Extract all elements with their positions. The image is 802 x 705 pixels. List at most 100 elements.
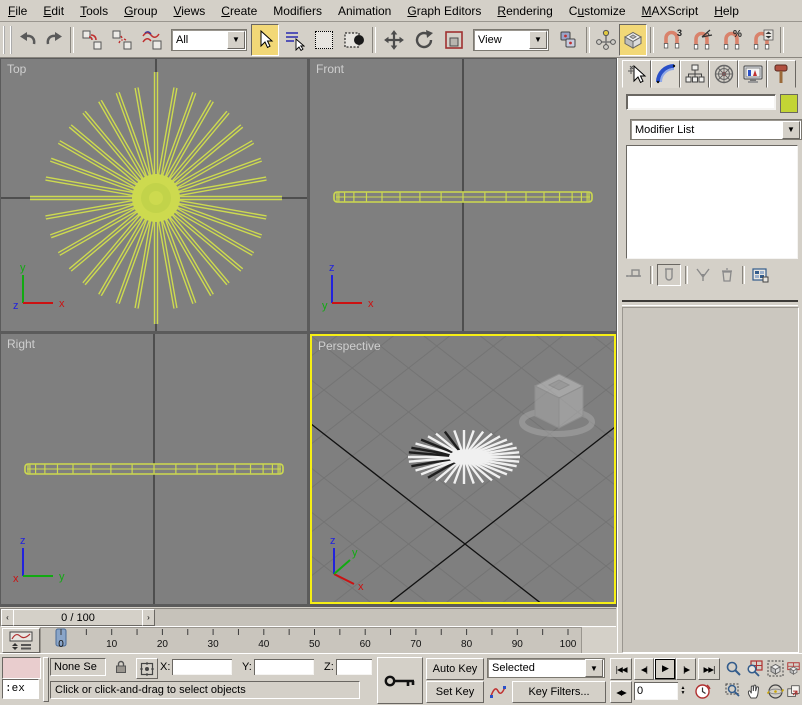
frame-spinner[interactable]: ▲▼ <box>678 682 688 700</box>
previous-frame-button[interactable]: ◀| <box>634 658 654 680</box>
select-and-link-button[interactable] <box>77 25 107 55</box>
window-crossing-toggle-button[interactable] <box>339 25 369 55</box>
bind-to-space-warp-button[interactable] <box>137 25 167 55</box>
current-frame-input[interactable] <box>634 682 678 700</box>
angle-snap-toggle-button[interactable] <box>687 25 717 55</box>
dropdown-arrow-icon[interactable]: ▼ <box>529 31 547 49</box>
min-max-viewport-toggle-button[interactable] <box>787 681 800 701</box>
auto-key-button[interactable]: Auto Key <box>426 658 484 680</box>
open-mini-curve-editor-button[interactable] <box>2 628 40 653</box>
menu-item-edit[interactable]: Edit <box>35 2 72 20</box>
rectangular-selection-region-button[interactable] <box>309 25 339 55</box>
go-to-start-button[interactable]: |◀◀ <box>610 658 632 680</box>
undo-button[interactable] <box>15 25 41 55</box>
tab-create[interactable] <box>622 60 651 88</box>
menu-item-file[interactable]: File <box>0 2 35 20</box>
spinner-down-icon[interactable]: ▼ <box>681 691 686 696</box>
time-slider-next-key-button[interactable]: › <box>142 609 155 626</box>
dropdown-arrow-icon[interactable]: ▼ <box>227 31 245 49</box>
menu-item-rendering[interactable]: Rendering <box>489 2 560 20</box>
dropdown-arrow-icon[interactable]: ▼ <box>585 659 603 677</box>
menu-item-group[interactable]: Group <box>116 2 165 20</box>
select-object-button[interactable] <box>251 24 279 56</box>
absolute-offset-mode-toggle[interactable] <box>136 658 158 679</box>
set-keys-button[interactable] <box>377 657 423 704</box>
tab-motion[interactable] <box>709 60 738 88</box>
remove-modifier-button[interactable] <box>716 265 738 285</box>
object-color-swatch[interactable] <box>780 94 798 113</box>
select-and-scale-button[interactable] <box>439 25 469 55</box>
viewport-top[interactable]: yxz Top <box>1 59 307 331</box>
key-filters-button[interactable]: Key Filters... <box>512 681 606 703</box>
rollout-area[interactable] <box>622 307 799 653</box>
maxscript-mini-listener-macro[interactable] <box>2 657 41 679</box>
reference-coordinate-system-dropdown[interactable]: View ▼ <box>473 29 549 51</box>
time-slider-handle[interactable]: 0 / 100 <box>13 609 143 626</box>
set-key-button[interactable]: Set Key <box>426 681 484 703</box>
key-mode-toggle-button[interactable]: ◀▶ <box>610 681 632 703</box>
menu-item-tools[interactable]: Tools <box>72 2 116 20</box>
key-filter-dropdown[interactable]: Selected ▼ <box>487 658 605 678</box>
viewport-label-front[interactable]: Front <box>316 62 344 76</box>
snap-3d-magnet-button[interactable]: 3 <box>657 25 687 55</box>
time-configuration-button[interactable] <box>692 681 712 701</box>
pan-view-button[interactable] <box>745 681 764 701</box>
zoom-region-button[interactable] <box>724 681 743 701</box>
make-unique-button[interactable] <box>692 265 714 285</box>
viewport-perspective[interactable]: zxy Perspective <box>310 334 616 604</box>
next-frame-button[interactable]: |▶ <box>676 658 696 680</box>
modifier-list-dropdown[interactable]: Modifier List ▼ <box>630 119 802 140</box>
menu-item-customize[interactable]: Customize <box>561 2 634 20</box>
menu-item-views[interactable]: Views <box>165 2 213 20</box>
unlink-selection-button[interactable] <box>107 25 137 55</box>
select-and-rotate-button[interactable] <box>409 25 439 55</box>
track-bar-ruler[interactable]: 0102030405060708090100 <box>40 627 582 655</box>
zoom-all-button[interactable] <box>745 658 764 678</box>
modifier-stack-list[interactable] <box>626 145 798 259</box>
play-animation-button[interactable]: ▶ <box>654 658 676 680</box>
viewport-front[interactable]: zxy Front <box>310 59 616 331</box>
use-pivot-point-center-button[interactable] <box>553 25 583 55</box>
viewport-label-right[interactable]: Right <box>7 337 35 351</box>
selection-lock-toggle[interactable] <box>112 658 130 676</box>
viewport-label-perspective[interactable]: Perspective <box>318 339 381 353</box>
toolbar-separator <box>586 27 590 53</box>
x-coordinate-input[interactable] <box>172 659 232 675</box>
select-and-move-button[interactable] <box>379 25 409 55</box>
viewport-label-top[interactable]: Top <box>7 62 26 76</box>
pin-stack-button[interactable] <box>624 265 646 285</box>
go-to-end-button[interactable]: ▶▶| <box>698 658 720 680</box>
zoom-extents-all-button[interactable] <box>787 658 800 678</box>
spinner-snap-toggle-button[interactable] <box>747 25 777 55</box>
menu-item-animation[interactable]: Animation <box>330 2 399 20</box>
default-in-out-tangents-button[interactable] <box>487 681 509 701</box>
arc-rotate-button[interactable] <box>766 681 785 701</box>
menu-item-create[interactable]: Create <box>213 2 265 20</box>
selection-filter-dropdown[interactable]: All ▼ <box>171 29 247 51</box>
menu-item-help[interactable]: Help <box>706 2 747 20</box>
zoom-button[interactable] <box>724 658 743 678</box>
maxscript-mini-listener-output[interactable]: :ex <box>2 679 39 699</box>
show-end-result-button[interactable] <box>657 264 681 286</box>
dropdown-arrow-icon[interactable]: ▼ <box>782 121 800 139</box>
menu-item-maxscript[interactable]: MAXScript <box>634 2 707 20</box>
tab-utilities[interactable] <box>767 60 796 88</box>
toolbar-grip[interactable] <box>3 26 12 54</box>
snaps-toggle-button[interactable] <box>619 24 647 56</box>
listener-splitter[interactable] <box>43 657 49 702</box>
z-coordinate-input[interactable] <box>336 659 372 675</box>
menu-item-modifiers[interactable]: Modifiers <box>265 2 330 20</box>
object-name-input[interactable] <box>626 94 776 110</box>
percent-snap-toggle-button[interactable]: % <box>717 25 747 55</box>
menu-item-graph-editors[interactable]: Graph Editors <box>399 2 489 20</box>
configure-modifier-sets-button[interactable] <box>749 265 771 285</box>
zoom-extents-button[interactable] <box>766 658 785 678</box>
tab-display[interactable] <box>738 60 767 88</box>
redo-button[interactable] <box>41 25 67 55</box>
viewport-right[interactable]: zyx Right <box>1 334 307 604</box>
tab-hierarchy[interactable] <box>680 60 709 88</box>
tab-modify[interactable] <box>651 60 680 88</box>
y-coordinate-input[interactable] <box>254 659 314 675</box>
select-by-name-button[interactable] <box>279 25 309 55</box>
select-and-manipulate-button[interactable] <box>593 25 619 55</box>
